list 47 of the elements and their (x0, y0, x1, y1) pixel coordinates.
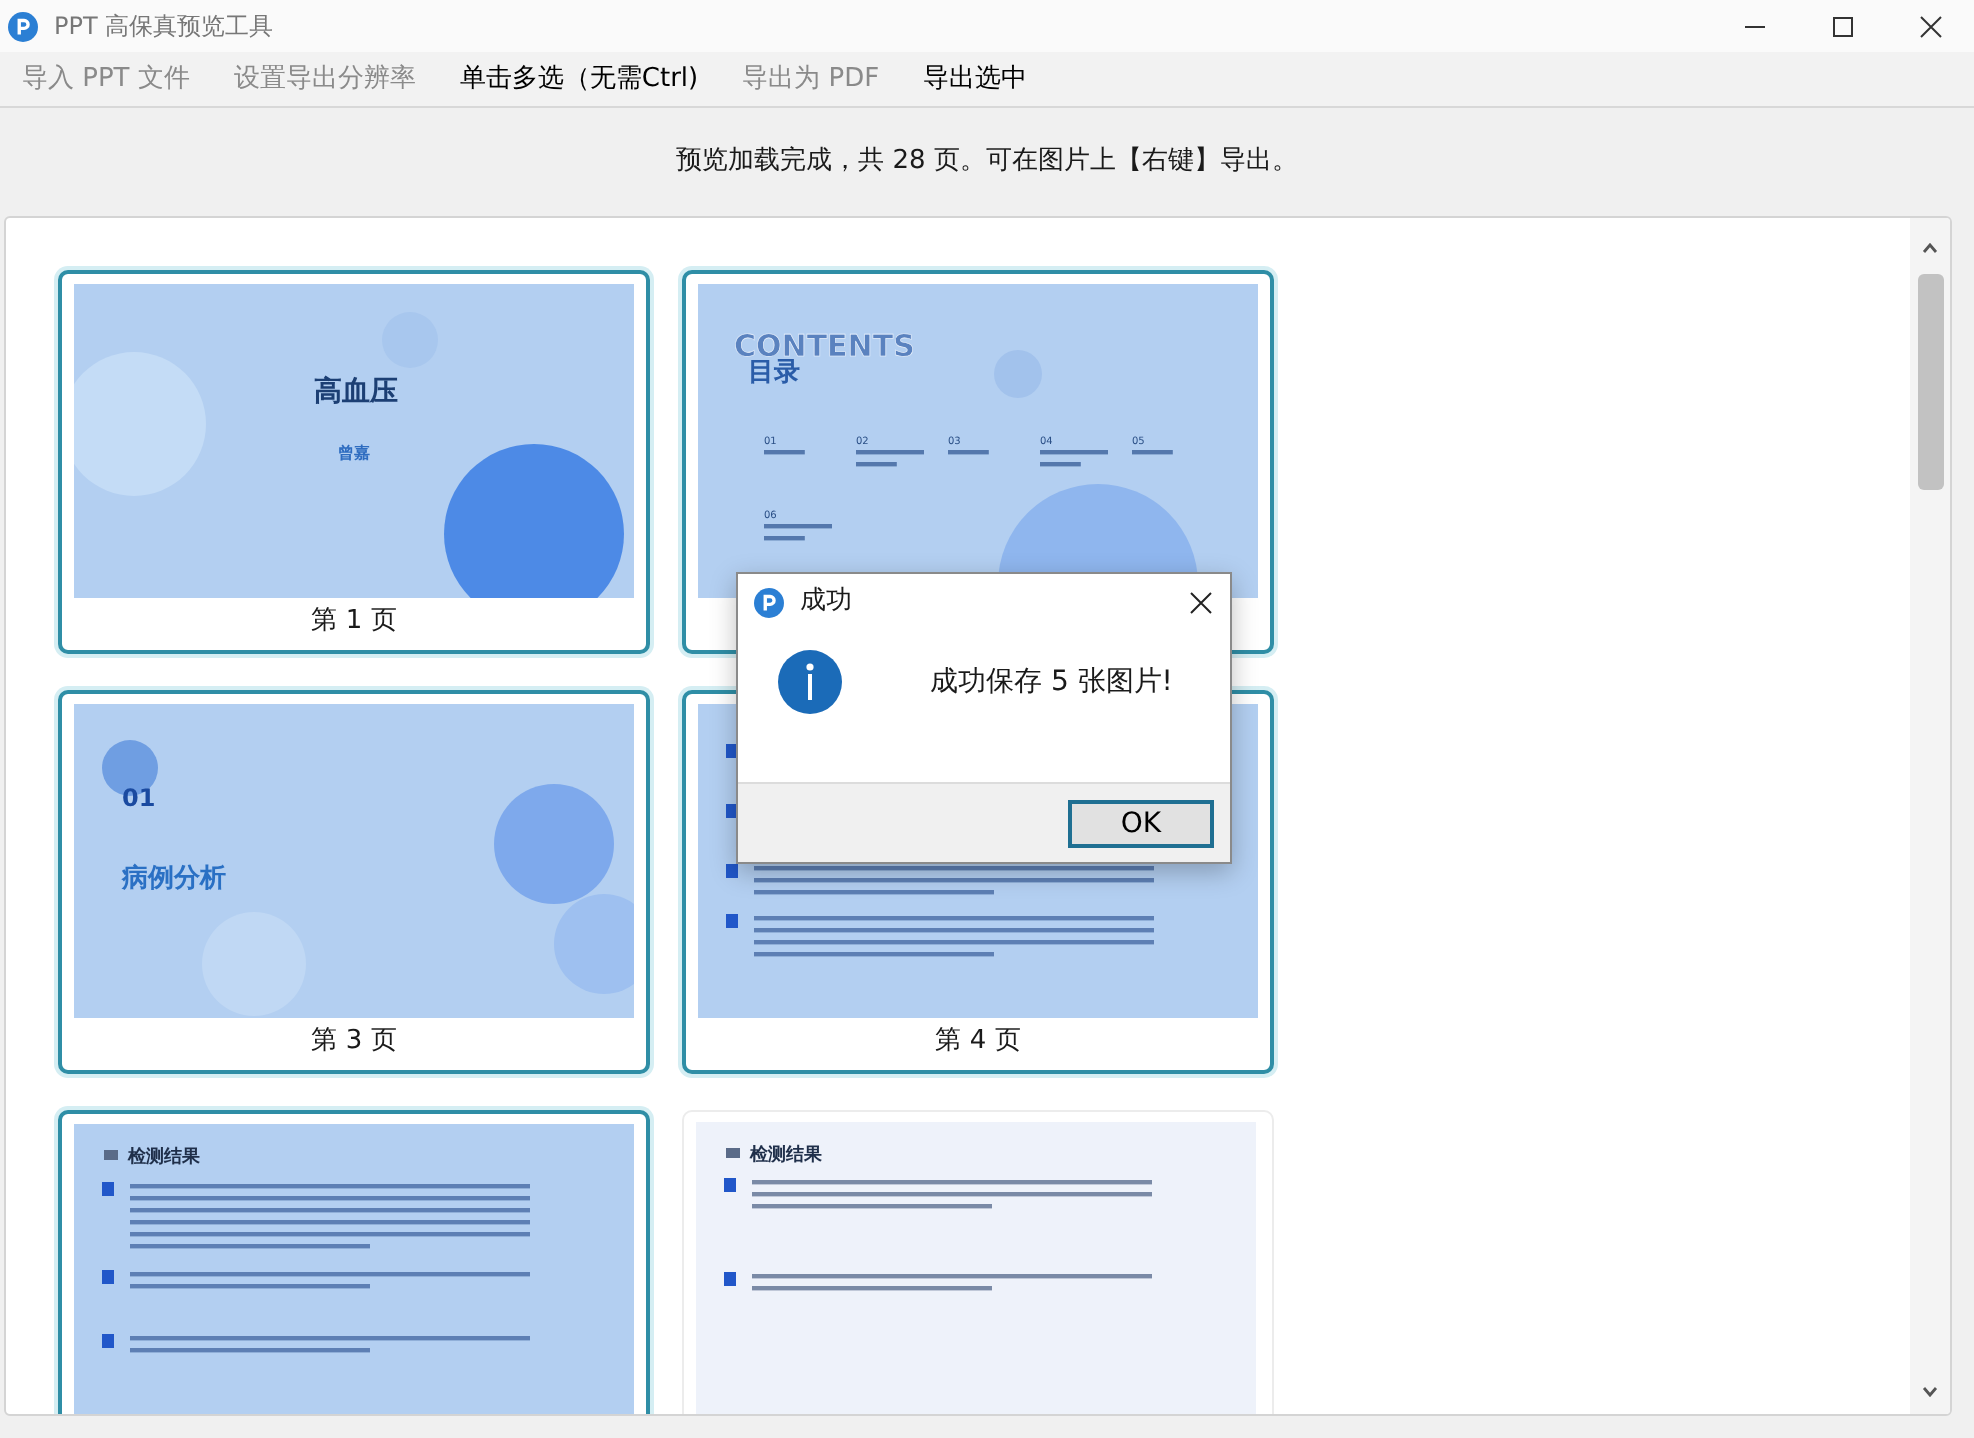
window-title: PPT 高保真预览工具 (54, 10, 274, 44)
slide-text-drawing (1040, 450, 1108, 467)
bullet-marker (724, 1178, 736, 1192)
bullet-marker (726, 914, 738, 928)
close-icon (1919, 15, 1941, 37)
bullet-marker (102, 1270, 114, 1284)
app-logo-icon (754, 587, 784, 617)
bullet-marker (102, 1182, 114, 1196)
status-text: 预览加载完成，共 28 页。可在图片上【右键】导出。 (676, 144, 1298, 181)
slide-title: 检测结果 (750, 1146, 822, 1166)
bubble-shape (202, 912, 306, 1016)
slide-thumbnail[interactable]: 高血压 曾嘉 第 1 页 (58, 270, 650, 654)
slide-title: 病例分析 (122, 864, 226, 894)
section-number: 01 (122, 784, 156, 812)
ok-button[interactable]: OK (1068, 799, 1214, 847)
slide-subtitle: 曾嘉 (338, 444, 370, 462)
slide-text-drawing (856, 450, 924, 467)
bullet-marker (724, 1272, 736, 1286)
page-label: 第 4 页 (933, 1024, 1023, 1060)
slide-text-drawing (948, 450, 989, 455)
bullet-marker (726, 864, 738, 878)
slide-icon (726, 1148, 740, 1158)
info-icon (778, 650, 842, 714)
scroll-up-icon[interactable] (1922, 242, 1938, 254)
page-label: 第 3 页 (309, 1024, 399, 1060)
menu-item[interactable]: 单击多选（无需Ctrl) (445, 59, 713, 99)
slide-title: 目录 (748, 358, 800, 388)
slide-title: 检测结果 (128, 1148, 200, 1168)
slide-thumbnail[interactable]: 01 病例分析 第 3 页 (58, 690, 650, 1074)
slide-title: 高血压 (314, 376, 398, 408)
bullet-marker (102, 1334, 114, 1348)
dialog-title: 成功 (800, 584, 854, 621)
maximize-icon (1831, 15, 1853, 37)
page-label: 第 1 页 (309, 604, 399, 640)
close-icon (1189, 591, 1211, 613)
slide-thumbnail[interactable]: 检测结果 (682, 1110, 1274, 1414)
scroll-thumb[interactable] (1918, 274, 1944, 490)
scrollbar[interactable] (1910, 218, 1950, 1414)
scroll-down-icon[interactable] (1922, 1386, 1938, 1398)
slide-thumbnail[interactable]: 检测结果 (58, 1110, 650, 1414)
slide-text-drawing (764, 524, 832, 541)
slide-icon (104, 1150, 118, 1160)
bubble-shape (74, 352, 206, 496)
app-logo-icon (8, 11, 38, 41)
slide-text-drawing (764, 450, 805, 455)
slide-text-drawing (1132, 450, 1173, 455)
menu-item[interactable]: 导出选中 (909, 59, 1042, 99)
